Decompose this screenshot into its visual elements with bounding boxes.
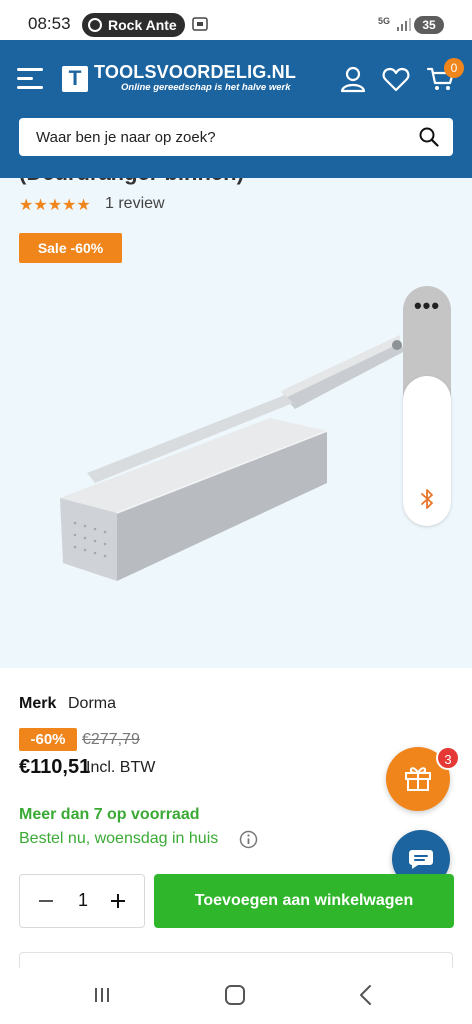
back-icon[interactable] — [358, 984, 372, 1006]
increase-quantity-button[interactable] — [108, 889, 128, 913]
search-bar — [19, 118, 453, 156]
product-gallery: (Deurdranger binnen) ★★★★★ 1 review Sale… — [0, 178, 472, 668]
notification-text: Rock Ante — [108, 17, 177, 33]
rating-stars: ★★★★★ — [19, 197, 91, 214]
network-type: 5G — [378, 16, 391, 26]
user-icon[interactable] — [338, 64, 368, 94]
recent-apps-icon[interactable] — [93, 985, 111, 1005]
logo-tagline: Online gereedschap is het halve werk — [121, 82, 291, 93]
notification-pill[interactable]: Rock Ante — [82, 13, 185, 37]
search-input[interactable] — [36, 118, 396, 156]
bluetooth-icon[interactable] — [417, 488, 437, 510]
current-price: €110,51 — [19, 756, 91, 778]
add-to-cart-button[interactable]: Toevoegen aan winkelwagen — [154, 874, 454, 928]
menu-icon[interactable] — [17, 68, 43, 90]
quantity-stepper: 1 — [19, 874, 145, 928]
battery-indicator: 35 — [414, 16, 444, 34]
product-image[interactable] — [55, 323, 415, 588]
status-time: 08:53 — [28, 14, 71, 33]
minus-icon — [39, 900, 53, 902]
discount-badge: -60% — [19, 728, 77, 751]
stock-status: Meer dan 7 op voorraad — [19, 806, 200, 823]
delivery-info: Bestel nu, woensdag in huis — [19, 830, 219, 847]
screenshot-icon — [192, 17, 208, 31]
search-icon[interactable] — [419, 127, 439, 147]
status-bar: 08:53 Rock Ante 5G 35 — [0, 0, 472, 40]
system-nav-bar — [0, 968, 472, 1024]
info-icon[interactable] — [239, 830, 258, 849]
logo-title[interactable]: TOOLSVOORDELIG.NL — [94, 62, 296, 83]
record-icon — [88, 18, 102, 32]
price-tax-note: Incl. BTW — [86, 759, 156, 776]
home-icon[interactable] — [225, 985, 245, 1005]
side-panel[interactable]: ••• — [403, 286, 451, 526]
product-title: (Deurdranger binnen) — [19, 178, 244, 186]
more-options-icon[interactable]: ••• — [403, 295, 451, 317]
quantity-value[interactable]: 1 — [72, 890, 94, 911]
plus-icon — [111, 894, 125, 908]
sale-badge: Sale -60% — [19, 233, 122, 263]
gift-icon — [405, 767, 431, 791]
brand-value[interactable]: Dorma — [68, 695, 116, 713]
brand-label: Merk — [19, 695, 57, 712]
heart-icon[interactable] — [381, 64, 411, 94]
side-panel-handle — [403, 376, 451, 526]
logo-mark[interactable]: T — [62, 66, 88, 92]
gift-count-badge: 3 — [436, 746, 460, 770]
cart-count-badge: 0 — [444, 58, 464, 78]
chat-icon — [409, 850, 433, 869]
old-price: €277,79 — [82, 731, 140, 748]
signal-icon — [397, 18, 411, 31]
review-link[interactable]: 1 review — [105, 195, 165, 213]
site-header: T TOOLSVOORDELIG.NL Online gereedschap i… — [0, 40, 472, 178]
decrease-quantity-button[interactable] — [36, 889, 56, 913]
